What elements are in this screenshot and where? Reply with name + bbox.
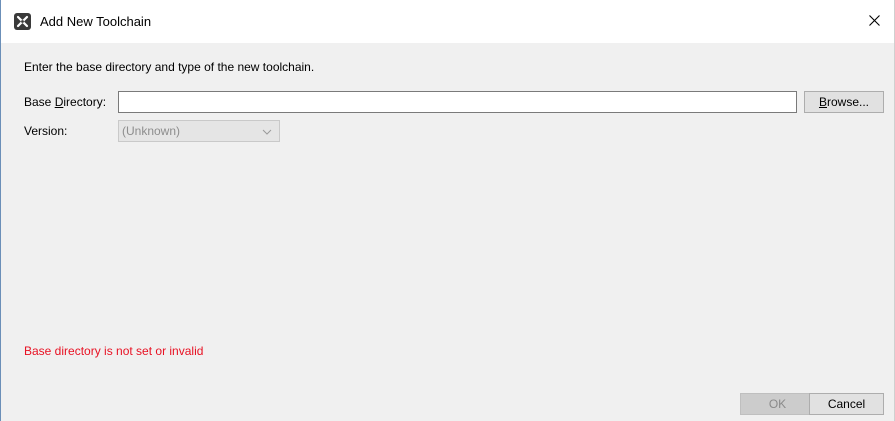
close-icon [868, 14, 880, 29]
browse-label-suffix: rowse... [827, 95, 870, 109]
title-bar: Add New Toolchain [1, 0, 894, 43]
version-select[interactable]: (Unknown) [118, 120, 280, 142]
base-directory-label-suffix: irectory: [63, 95, 107, 109]
base-directory-label-prefix: Base [24, 95, 55, 109]
chevron-down-icon [262, 126, 272, 136]
base-directory-label: Base Directory: [24, 95, 106, 109]
browse-button[interactable]: Browse... [804, 91, 884, 113]
app-logo-icon [14, 13, 31, 30]
base-directory-input[interactable] [118, 91, 797, 113]
window-title: Add New Toolchain [40, 14, 152, 29]
close-button[interactable] [854, 0, 894, 43]
browse-label-mnemonic: B [818, 95, 827, 109]
version-label: Version: [24, 124, 68, 138]
add-toolchain-dialog: Add New Toolchain Enter the base directo… [0, 0, 895, 421]
version-selected-value: (Unknown) [122, 124, 181, 138]
ok-button[interactable]: OK [740, 393, 815, 415]
error-message: Base directory is not set or invalid [24, 344, 204, 358]
instructions-text: Enter the base directory and type of the… [24, 60, 315, 74]
cancel-button[interactable]: Cancel [809, 393, 884, 415]
